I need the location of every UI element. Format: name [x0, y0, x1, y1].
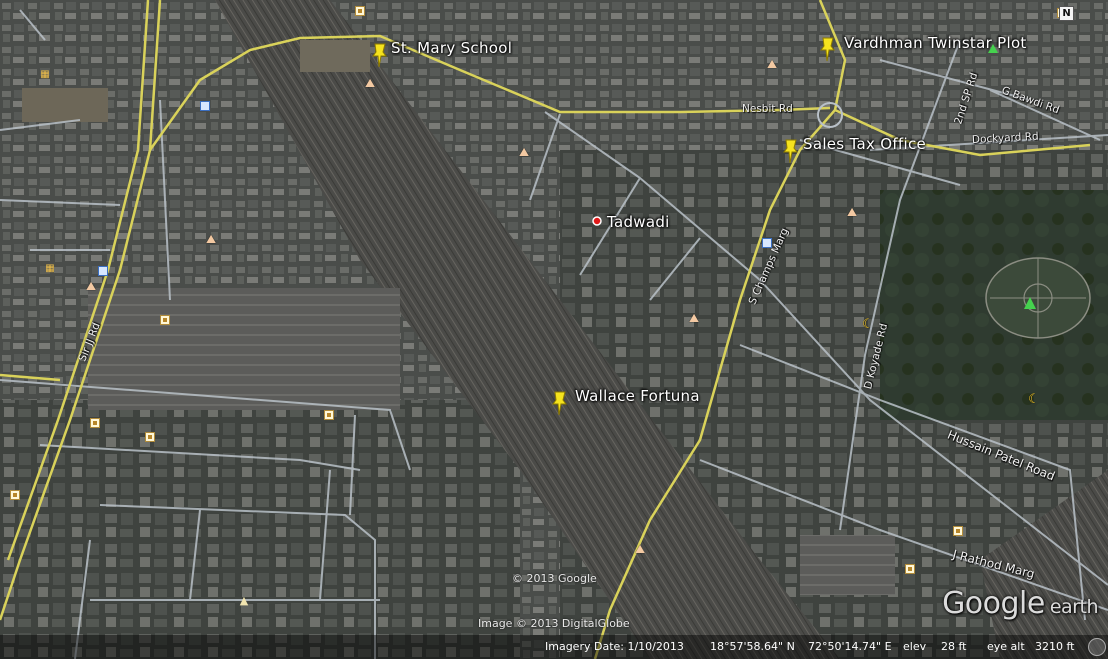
tree-icon[interactable]: [1024, 297, 1036, 309]
square-poi-icon[interactable]: [145, 432, 155, 442]
google-earth-logo: Google earth: [942, 586, 1098, 621]
elevation-value: 28 ft: [941, 640, 967, 653]
imagery-date: Imagery Date: 1/10/2013: [545, 640, 684, 653]
eye-alt-value: 3210 ft: [1035, 640, 1075, 653]
square-poi-icon[interactable]: [90, 418, 100, 428]
square-poi-icon[interactable]: [905, 564, 915, 574]
hiking-icon[interactable]: ⛰: [518, 145, 530, 159]
school-icon[interactable]: ▲: [238, 594, 250, 607]
logo-google: Google: [942, 586, 1045, 621]
placemark-label-tadwadi[interactable]: Tadwadi: [607, 213, 670, 231]
road-label-nesbit: Nesbit Rd: [742, 103, 793, 115]
elevation-label: elev: [903, 640, 927, 653]
hiking-icon[interactable]: ⛰: [766, 57, 778, 71]
placemark-label-vardhman[interactable]: Vardhman Twinstar Plot: [844, 34, 1027, 52]
hiking-icon[interactable]: ⛰: [634, 542, 646, 556]
yellow-pushpin-icon[interactable]: [369, 40, 391, 70]
logo-earth: earth: [1049, 596, 1099, 618]
square-poi-icon[interactable]: [953, 526, 963, 536]
hiking-icon[interactable]: ⛰: [688, 311, 700, 325]
square-poi-icon[interactable]: [324, 410, 334, 420]
placemark-label-st-mary[interactable]: St. Mary School: [391, 39, 512, 57]
latitude-readout: 18°57'58.64" N: [710, 640, 795, 653]
bus-stop-icon[interactable]: [762, 238, 772, 248]
placemark-label-wallace[interactable]: Wallace Fortuna: [575, 387, 700, 405]
placemark-label-sales-tax[interactable]: Sales Tax Office: [803, 135, 926, 153]
square-poi-icon[interactable]: [355, 6, 365, 16]
square-poi-icon[interactable]: [160, 315, 170, 325]
status-bar: Imagery Date: 1/10/2013 18°57'58.64" N 7…: [0, 635, 1108, 659]
hiking-icon[interactable]: ⛰: [846, 205, 858, 219]
hiking-icon[interactable]: ⛰: [205, 232, 217, 246]
bus-stop-icon[interactable]: [98, 266, 108, 276]
north-indicator[interactable]: N: [1059, 6, 1074, 21]
bus-stop-icon[interactable]: [200, 101, 210, 111]
mosque-icon[interactable]: ☾: [1028, 392, 1040, 407]
longitude-readout: 72°50'14.74" E: [808, 640, 892, 653]
copyright-google: © 2013 Google: [512, 572, 597, 585]
navigation-control-icon[interactable]: [1088, 638, 1106, 656]
building-icon[interactable]: ▦: [44, 262, 56, 274]
hiking-icon[interactable]: ⛰: [364, 76, 376, 90]
mosque-icon[interactable]: ☾: [862, 317, 874, 332]
hiking-icon[interactable]: ⛰: [85, 279, 97, 293]
satellite-imagery: [0, 0, 1108, 659]
building-icon[interactable]: ▦: [39, 68, 51, 80]
satellite-map-view[interactable]: Sir JJ Rd Nesbit Rd Dockyard Rd G Bawdi …: [0, 0, 1108, 659]
red-dot-icon[interactable]: [591, 215, 603, 227]
yellow-pushpin-icon[interactable]: [549, 388, 571, 418]
yellow-pushpin-icon[interactable]: [817, 34, 839, 64]
yellow-pushpin-icon[interactable]: [780, 136, 802, 166]
square-poi-icon[interactable]: [10, 490, 20, 500]
copyright-imagery: Image © 2013 DigitalGlobe: [478, 617, 630, 630]
eye-alt-label: eye alt: [987, 640, 1025, 653]
